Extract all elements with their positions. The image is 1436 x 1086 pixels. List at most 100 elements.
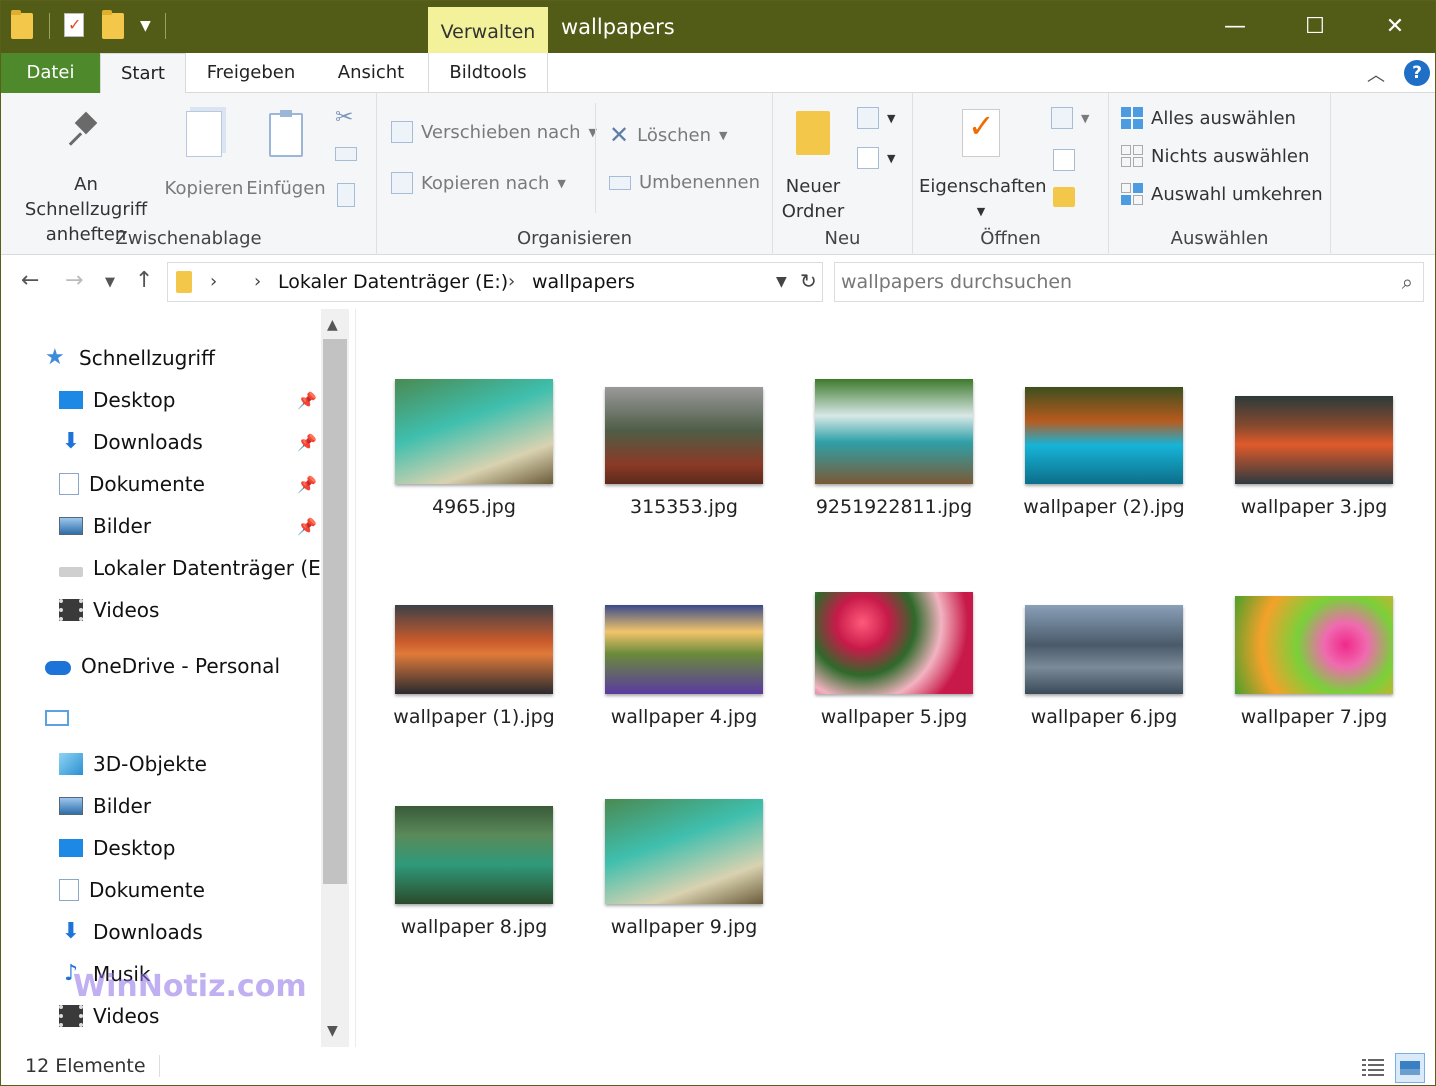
nav-item-desktop[interactable]: Desktop [59, 388, 175, 412]
nav-item-local-disk[interactable]: Lokaler Datenträger (E:) [59, 556, 335, 580]
nav-item-videos[interactable]: Videos [59, 598, 159, 622]
file-item[interactable]: wallpaper 7.jpg [1209, 596, 1419, 749]
forward-arrow-icon[interactable]: → [65, 268, 83, 293]
pin-icon[interactable]: 📌 [297, 391, 317, 410]
up-arrow-icon[interactable]: ↑ [135, 268, 153, 293]
beach-boat-image [605, 799, 763, 904]
chevron-right-icon[interactable]: › [210, 271, 217, 292]
close-button[interactable]: ✕ [1355, 1, 1435, 53]
nav-onedrive[interactable]: OneDrive - Personal [45, 654, 280, 678]
select-all-button[interactable]: Alles auswählen [1121, 107, 1296, 129]
nav-item-3d-objects[interactable]: 3D-Objekte [59, 752, 207, 776]
file-item[interactable]: wallpaper (2).jpg [999, 387, 1209, 539]
help-icon[interactable]: ? [1404, 60, 1430, 86]
properties-button[interactable]: Eigenschaften ▼ [919, 107, 1047, 224]
tab-start[interactable]: Start [100, 53, 186, 94]
delete-button[interactable]: ✕ Löschen ▼ [609, 121, 727, 149]
nav-item-downloads[interactable]: ⬇ Downloads [59, 430, 203, 454]
new-folder-icon[interactable] [102, 10, 126, 39]
status-separator [159, 1055, 160, 1077]
file-item[interactable]: wallpaper 3.jpg [1209, 396, 1419, 539]
nav-item-desktop[interactable]: Desktop [59, 836, 175, 860]
file-item[interactable]: wallpaper 8.jpg [369, 806, 579, 959]
nav-item-documents[interactable]: Dokumente [59, 472, 205, 496]
file-item[interactable]: wallpaper 9.jpg [579, 799, 789, 959]
scrollbar-thumb[interactable] [323, 339, 347, 884]
copy-to-button[interactable]: Kopieren nach ▼ [391, 172, 566, 194]
file-item[interactable]: wallpaper 4.jpg [579, 605, 789, 749]
cut-icon[interactable]: ✂ [335, 105, 353, 130]
new-folder-button[interactable]: Neuer Ordner [777, 107, 849, 224]
pin-icon[interactable]: 📌 [297, 475, 317, 494]
file-item[interactable]: 4965.jpg [369, 379, 579, 539]
move-to-label: Verschieben nach [421, 121, 581, 143]
nav-item-pictures[interactable]: Bilder [59, 794, 151, 818]
file-item[interactable]: 315353.jpg [579, 387, 789, 539]
chevron-down-icon: ▼ [719, 128, 728, 142]
address-dropdown-icon[interactable]: ▼ [776, 274, 787, 290]
properties-check-icon [962, 109, 1000, 157]
paste-button[interactable]: Einfügen [245, 107, 327, 201]
pane-divider[interactable] [355, 309, 356, 1047]
search-placeholder: wallpapers durchsuchen [841, 271, 1073, 293]
open-button[interactable]: ▼ [1051, 107, 1089, 129]
easy-access-button[interactable]: ▼ [857, 147, 895, 169]
nav-item-downloads[interactable]: ⬇ Downloads [59, 920, 203, 944]
refresh-icon[interactable]: ↻ [800, 269, 817, 293]
maximize-button[interactable]: ☐ [1275, 1, 1355, 53]
file-name: 9251922811.jpg [815, 496, 973, 518]
chevron-right-icon[interactable]: › [508, 271, 515, 292]
tab-freigeben[interactable]: Freigeben [193, 53, 309, 93]
invert-selection-button[interactable]: Auswahl umkehren [1121, 183, 1323, 205]
tab-ansicht[interactable]: Ansicht [319, 53, 423, 93]
copy-button[interactable]: Kopieren [163, 107, 245, 201]
nav-item-pictures[interactable]: Bilder [59, 514, 151, 538]
navigation-bar: ← → ▼ ↑ › › Lokaler Datenträger (E:) › w… [1, 255, 1435, 309]
copy-to-label: Kopieren nach [421, 172, 550, 194]
nav-item-videos[interactable]: Videos [59, 1004, 159, 1028]
breadcrumb-drive[interactable]: Lokaler Datenträger (E:) [278, 271, 508, 293]
tab-datei[interactable]: Datei [1, 53, 100, 93]
pin-icon [68, 107, 104, 151]
pin-icon[interactable]: 📌 [297, 517, 317, 536]
chevron-right-icon[interactable]: › [254, 271, 261, 292]
search-icon[interactable]: ⌕ [1402, 270, 1413, 294]
recent-locations-chevron-icon[interactable]: ▼ [105, 275, 115, 290]
history-icon[interactable] [1053, 187, 1075, 207]
nav-item-documents[interactable]: Dokumente [59, 878, 205, 902]
new-group-label: Neu [824, 228, 861, 249]
pin-icon[interactable]: 📌 [297, 433, 317, 452]
folder-icon[interactable] [11, 10, 35, 39]
nav-quick-access[interactable]: ★ Schnellzugriff [45, 346, 215, 370]
tab-bildtools[interactable]: Bildtools [428, 53, 548, 93]
edit-icon[interactable] [1053, 149, 1075, 171]
file-item[interactable]: 9251922811.jpg [789, 379, 999, 539]
address-bar[interactable]: › › Lokaler Datenträger (E:) › wallpaper… [167, 262, 823, 302]
copy-path-icon[interactable] [335, 147, 357, 161]
scroll-down-icon[interactable]: ▼ [327, 1023, 338, 1039]
rename-button[interactable]: Umbenennen [609, 172, 760, 193]
file-item[interactable]: wallpaper 6.jpg [999, 605, 1209, 749]
qat-dropdown-icon[interactable]: ▼ [140, 18, 151, 34]
move-to-button[interactable]: Verschieben nach ▼ [391, 121, 597, 143]
scroll-up-icon[interactable]: ▲ [327, 317, 338, 333]
file-item[interactable]: wallpaper (1).jpg [369, 605, 579, 749]
collapse-ribbon-icon[interactable]: ︿ [1367, 61, 1385, 87]
pin-quick-access-button[interactable]: An Schnellzugriff anheften [11, 107, 161, 247]
back-arrow-icon[interactable]: ← [21, 268, 39, 293]
film-icon [59, 1005, 83, 1027]
search-box[interactable]: wallpapers durchsuchen ⌕ [834, 262, 1424, 302]
paste-shortcut-icon[interactable] [337, 183, 355, 207]
minimize-button[interactable]: — [1195, 1, 1275, 53]
nav-scrollbar[interactable]: ▲ ▼ [321, 309, 349, 1047]
select-none-button[interactable]: Nichts auswählen [1121, 145, 1309, 167]
new-item-button[interactable]: ▼ [857, 107, 895, 129]
details-view-icon[interactable] [1359, 1053, 1389, 1083]
file-item[interactable]: wallpaper 5.jpg [789, 592, 999, 749]
properties-icon[interactable] [64, 13, 88, 39]
context-tab-verwalten[interactable]: Verwalten [428, 7, 548, 53]
nav-label: Dokumente [89, 472, 205, 496]
nav-this-pc[interactable] [45, 710, 69, 726]
large-icons-view-icon[interactable] [1395, 1053, 1425, 1083]
breadcrumb-wallpapers[interactable]: wallpapers [532, 271, 635, 293]
